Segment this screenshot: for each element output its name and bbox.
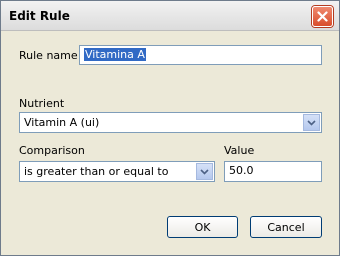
chevron-down-icon[interactable] [196,163,213,180]
close-icon [317,11,328,22]
rule-name-value: Vitamina A [84,48,146,61]
dialog-body: Rule name Vitamina A Nutrient Vitamin A … [1,32,339,255]
comparison-selected-value: is greater than or equal to [24,165,169,178]
rule-name-label: Rule name [19,49,78,62]
close-button[interactable] [312,6,333,27]
nutrient-select[interactable]: Vitamin A (ui) [19,112,322,133]
value-input[interactable]: 50.0 [224,161,322,182]
comparison-select[interactable]: is greater than or equal to [19,161,215,182]
rule-name-input[interactable]: Vitamina A [79,45,322,65]
nutrient-selected-value: Vitamin A (ui) [24,116,100,129]
value-label: Value [224,144,255,157]
ok-button[interactable]: OK [167,216,238,238]
comparison-label: Comparison [19,144,85,157]
chevron-down-icon[interactable] [303,114,320,131]
title-bar[interactable]: Edit Rule [1,1,339,31]
nutrient-label: Nutrient [19,97,65,110]
edit-rule-dialog: Edit Rule Rule name Vitamina A Nutrient … [0,0,340,256]
dialog-title: Edit Rule [9,9,70,23]
cancel-button[interactable]: Cancel [250,216,322,238]
